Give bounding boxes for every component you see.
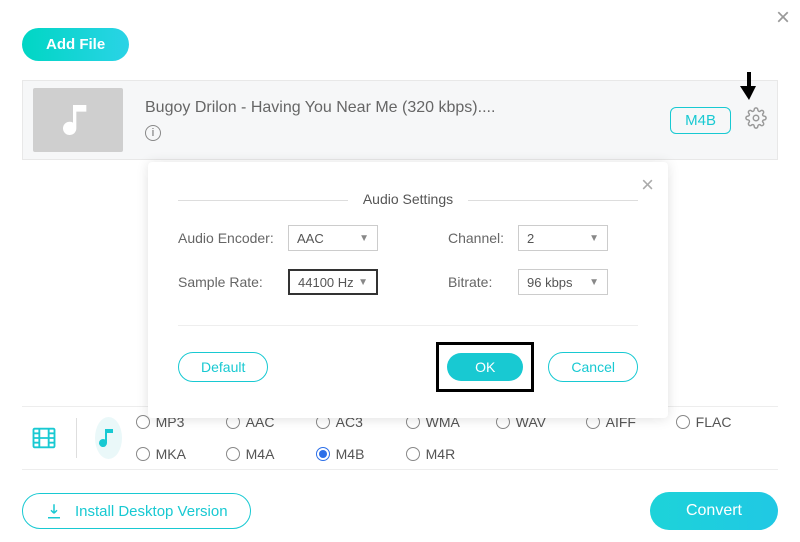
chevron-down-icon: ▼ [358, 277, 368, 288]
bitrate-label: Bitrate: [448, 274, 518, 290]
divider [76, 418, 77, 458]
format-option-m4b[interactable]: M4B [316, 446, 388, 462]
radio-icon [136, 415, 150, 429]
file-title: Bugoy Drilon - Having You Near Me (320 k… [145, 99, 495, 117]
default-button[interactable]: Default [178, 352, 268, 382]
close-icon[interactable]: × [641, 172, 654, 198]
radio-icon [226, 447, 240, 461]
divider [178, 325, 638, 326]
info-icon[interactable]: i [145, 125, 161, 141]
encoder-label: Audio Encoder: [178, 230, 288, 246]
chevron-down-icon: ▼ [359, 233, 369, 244]
radio-icon [136, 447, 150, 461]
radio-icon [676, 415, 690, 429]
chevron-down-icon: ▼ [589, 277, 599, 288]
convert-button[interactable]: Convert [650, 492, 778, 530]
audio-settings-dialog: × Audio Settings Audio Encoder: AAC▼ Cha… [148, 162, 668, 418]
install-desktop-button[interactable]: Install Desktop Version [22, 493, 251, 529]
radio-icon [406, 447, 420, 461]
file-thumbnail [33, 88, 123, 152]
video-mode-button[interactable] [30, 417, 58, 459]
audio-mode-button[interactable] [95, 417, 122, 459]
bitrate-select[interactable]: 96 kbps▼ [518, 269, 608, 295]
ok-button[interactable]: OK [447, 353, 523, 381]
annotation-arrow-icon [740, 72, 758, 105]
window-close-icon[interactable]: × [776, 4, 790, 32]
annotation-highlight: OK [436, 342, 534, 392]
encoder-select[interactable]: AAC▼ [288, 225, 378, 251]
output-format-badge[interactable]: M4B [670, 107, 731, 134]
download-icon [45, 502, 63, 520]
channel-select[interactable]: 2▼ [518, 225, 608, 251]
dialog-title: Audio Settings [348, 191, 468, 207]
footer: Install Desktop Version Convert [22, 492, 778, 530]
formats-list: MP3AACAC3WMAWAVAIFFFLACMKAM4AM4BM4R [136, 414, 770, 462]
gear-icon[interactable] [745, 107, 767, 134]
channel-label: Channel: [448, 230, 518, 246]
chevron-down-icon: ▼ [589, 233, 599, 244]
format-option-mka[interactable]: MKA [136, 446, 208, 462]
music-note-icon [58, 100, 98, 140]
sample-rate-label: Sample Rate: [178, 274, 288, 290]
radio-icon [316, 447, 330, 461]
file-info: Bugoy Drilon - Having You Near Me (320 k… [145, 99, 495, 141]
cancel-button[interactable]: Cancel [548, 352, 638, 382]
sample-rate-select[interactable]: 44100 Hz▼ [288, 269, 378, 295]
format-option-flac[interactable]: FLAC [676, 414, 748, 430]
format-option-m4a[interactable]: M4A [226, 446, 298, 462]
file-row: Bugoy Drilon - Having You Near Me (320 k… [22, 80, 778, 160]
format-option-m4r[interactable]: M4R [406, 446, 478, 462]
add-file-button[interactable]: Add File [22, 28, 129, 61]
